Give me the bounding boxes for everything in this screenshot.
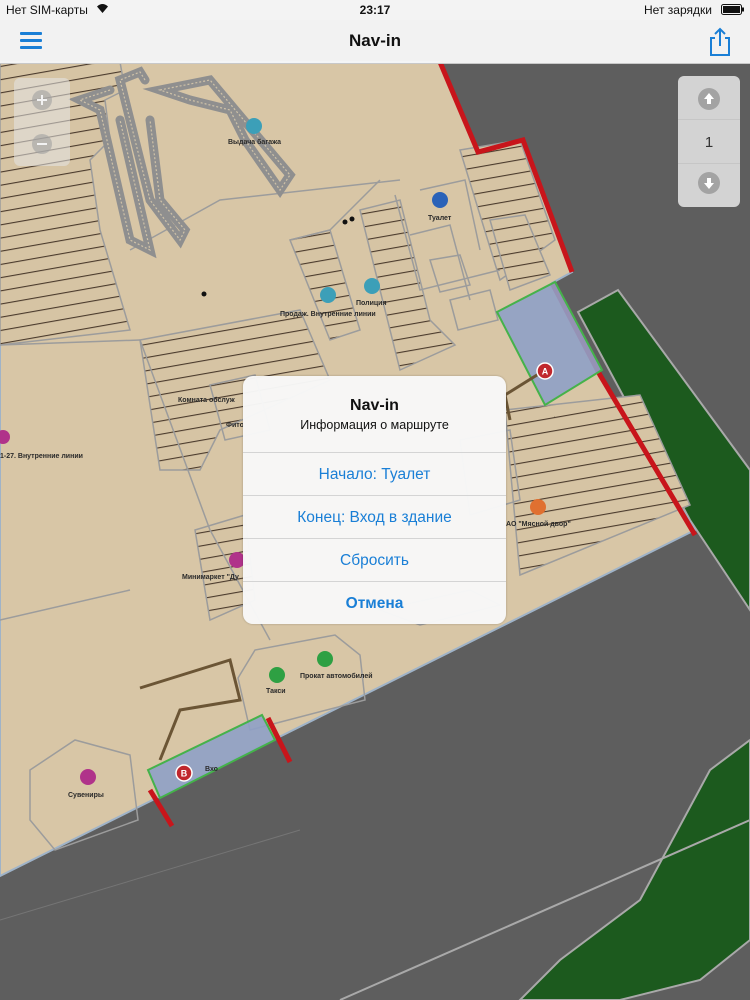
route-end-button[interactable]: Конец: Вход в здание	[243, 495, 506, 539]
arrow-up-icon[interactable]	[698, 88, 720, 110]
route-end-marker[interactable]: B	[175, 764, 193, 782]
poi-label: Прокат автомобилей	[300, 672, 373, 680]
poi-label: Туалет	[428, 215, 452, 222]
poi-service-room: Комната обслуж	[178, 396, 236, 404]
poi-label: 1-27. Внутренние линии	[0, 453, 83, 460]
current-floor: 1	[704, 134, 714, 151]
poi-label: Вхо	[205, 766, 218, 773]
alert-message: Информация о маршруте	[300, 418, 449, 432]
poi-label: Такси	[266, 688, 286, 695]
route-info-alert: Nav-in Информация о маршруте Начало: Туа…	[243, 376, 506, 624]
poi-label: АО "Мясной двор"	[506, 520, 571, 528]
battery-icon	[721, 4, 745, 18]
poi-label: Сувениры	[68, 792, 104, 799]
status-bar: Нет SIM-карты 23:17 Нет зарядки	[0, 0, 750, 20]
plus-icon[interactable]	[32, 90, 52, 110]
cancel-button[interactable]: Отмена	[243, 581, 506, 624]
poi-label: Фито	[226, 422, 244, 429]
battery-status-label: Нет зарядки	[644, 3, 712, 17]
navigation-bar: Nav-in	[0, 20, 750, 64]
reset-route-button[interactable]: Сбросить	[243, 538, 506, 582]
route-start-marker[interactable]: A	[536, 362, 554, 380]
route-start-button[interactable]: Начало: Туалет	[243, 452, 506, 496]
poi-label: Продаж. Внутренние линии	[280, 311, 376, 318]
poi-label: Комната обслуж	[178, 396, 236, 404]
arrow-down-icon[interactable]	[698, 172, 720, 194]
minus-icon[interactable]	[32, 134, 52, 154]
floor-selector: 1	[678, 76, 740, 207]
alert-title: Nav-in	[350, 397, 399, 414]
poi-label: Полиция	[356, 300, 387, 307]
poi-label: Минимаркет "Ду	[182, 574, 239, 581]
share-icon[interactable]	[706, 26, 734, 58]
end-marker-label: B	[181, 769, 188, 779]
poi-entrance: Вхо	[205, 766, 218, 773]
zoom-control	[14, 78, 70, 166]
poi-label: Выдача багажа	[228, 138, 281, 146]
poi-fito: Фито	[226, 422, 244, 429]
nav-title: Nav-in	[349, 31, 401, 50]
start-marker-label: A	[542, 367, 549, 377]
clock: 23:17	[359, 3, 391, 17]
